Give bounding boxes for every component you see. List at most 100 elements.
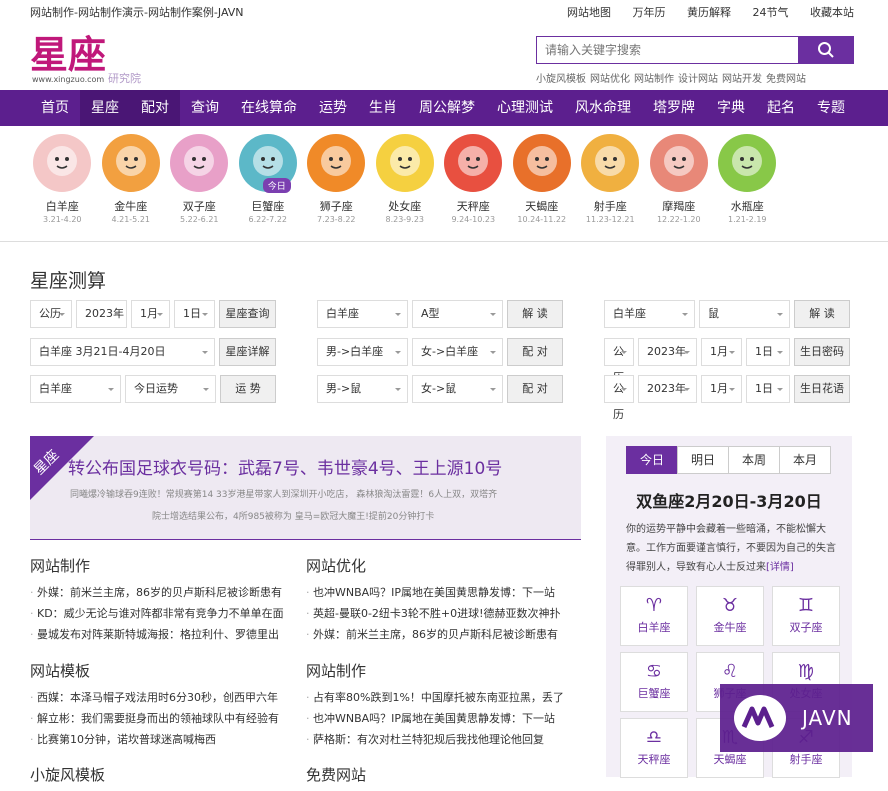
day-select-3[interactable]: 1日 xyxy=(746,375,790,403)
news-item[interactable]: 解立彬：我们需要挺身而出的领袖球队中有经验有 xyxy=(30,708,302,729)
sign-range-select[interactable]: 白羊座 3月21日-4月20日 xyxy=(30,338,215,366)
nav-fortune-online[interactable]: 在线算命 xyxy=(230,90,308,126)
block-title[interactable]: 网站制作 xyxy=(30,555,302,576)
zodiac-name[interactable]: 天秤座 xyxy=(439,198,508,214)
month-select-3[interactable]: 1月 xyxy=(701,375,742,403)
zodiac-name[interactable]: 摩羯座 xyxy=(645,198,714,214)
news-item[interactable]: 也冲WNBA吗？IP属地在美国黄思静发博：下一站 xyxy=(306,708,582,729)
zodiac-name[interactable]: 巨蟹座 xyxy=(234,198,303,214)
sign-card[interactable]: ♋ 巨蟹座 xyxy=(620,652,688,712)
banner-headline[interactable]: 转公布国足球衣号码：武磊7号、韦世豪4号、王上源10号 xyxy=(68,454,502,479)
zodiac-name[interactable]: 狮子座 xyxy=(302,198,371,214)
zodiac-name[interactable]: 天蝎座 xyxy=(508,198,577,214)
tab-month[interactable]: 本月 xyxy=(779,446,831,474)
news-item[interactable]: 比赛第10分钟，诺坎普球迷高喊梅西 xyxy=(30,729,302,750)
nav-luck[interactable]: 运势 xyxy=(308,90,358,126)
sign-card[interactable]: ♎ 天秤座 xyxy=(620,718,688,778)
scorpion-icon[interactable] xyxy=(512,134,571,192)
query-sign-button[interactable]: 星座查询 xyxy=(219,300,276,328)
search-button[interactable] xyxy=(798,36,854,64)
year-select-2[interactable]: 2023年 xyxy=(638,338,697,366)
search-input[interactable] xyxy=(536,36,798,64)
details-link[interactable]: [详情] xyxy=(766,562,794,573)
zodiac-1[interactable]: 金牛座 4.21-5.21 xyxy=(97,126,166,241)
link-almanac[interactable]: 黄历解释 xyxy=(687,6,731,19)
male-animal-select[interactable]: 男->鼠 xyxy=(317,375,408,403)
news-item[interactable]: 曼城发布对阵莱斯特城海报：格拉利什、罗德里出 xyxy=(30,624,302,645)
block-title[interactable]: 小旋风模板 xyxy=(30,764,302,785)
zodiac-10[interactable]: 水瓶座 1.21-2.19 xyxy=(713,126,782,241)
day-select[interactable]: 1日 xyxy=(174,300,215,328)
match-button[interactable]: 配 对 xyxy=(507,338,563,366)
hotword[interactable]: 网站制作 xyxy=(634,74,674,85)
year-select-3[interactable]: 2023年 xyxy=(638,375,697,403)
lion-icon[interactable] xyxy=(307,134,366,192)
hotword[interactable]: 设计网站 xyxy=(678,74,718,85)
sign-detail-button[interactable]: 星座详解 xyxy=(219,338,276,366)
sign-select-2[interactable]: 白羊座 xyxy=(604,300,695,328)
fortune-button[interactable]: 运 势 xyxy=(220,375,276,403)
nav-topics[interactable]: 专题 xyxy=(806,90,856,126)
archer-icon[interactable] xyxy=(581,134,640,192)
interpret-button-2[interactable]: 解 读 xyxy=(794,300,850,328)
female-animal-select[interactable]: 女->鼠 xyxy=(412,375,503,403)
news-item[interactable]: 外媒：前米兰主席，86岁的贝卢斯科尼被诊断患有 xyxy=(30,582,302,603)
zodiac-name[interactable]: 射手座 xyxy=(576,198,645,214)
tab-week[interactable]: 本周 xyxy=(728,446,780,474)
nav-query[interactable]: 查询 xyxy=(180,90,230,126)
nav-naming[interactable]: 起名 xyxy=(756,90,806,126)
goat-icon[interactable] xyxy=(649,134,708,192)
zodiac-name[interactable]: 金牛座 xyxy=(97,198,166,214)
female-sign-select[interactable]: 女->白羊座 xyxy=(412,338,503,366)
block-title[interactable]: 网站优化 xyxy=(306,555,582,576)
crab-icon[interactable]: 今日 xyxy=(238,134,297,193)
fortune-period-select[interactable]: 今日运势 xyxy=(125,375,216,403)
nav-fengshui[interactable]: 风水命理 xyxy=(564,90,642,126)
block-title[interactable]: 免费网站 xyxy=(306,764,578,785)
calendar-select-2[interactable]: 公历 xyxy=(604,338,634,384)
news-item[interactable]: 萨格斯：有次对杜兰特犯规后我找他理论他回复 xyxy=(306,729,582,750)
nav-home[interactable]: 首页 xyxy=(30,90,80,126)
nav-dream[interactable]: 周公解梦 xyxy=(408,90,486,126)
hotword[interactable]: 网站优化 xyxy=(590,74,630,85)
zodiac-3[interactable]: 今日 巨蟹座 6.22-7.22 xyxy=(234,126,303,241)
hotword[interactable]: 免费网站 xyxy=(766,74,806,85)
zodiac-6[interactable]: 天秤座 9.24-10.23 xyxy=(439,126,508,241)
link-solar-terms[interactable]: 24节气 xyxy=(753,6,789,19)
water-bearer-icon[interactable] xyxy=(718,134,777,192)
news-item[interactable]: 西媒：本泽马帽子戏法用时6分30秒，创西甲六年 xyxy=(30,687,302,708)
zodiac-name[interactable]: 水瓶座 xyxy=(713,198,782,214)
sign-card[interactable]: ♉ 金牛座 xyxy=(696,586,764,646)
scales-icon[interactable] xyxy=(444,134,503,192)
twins-icon[interactable] xyxy=(170,134,229,192)
nav-tarot[interactable]: 塔罗牌 xyxy=(642,90,706,126)
birthday-code-button[interactable]: 生日密码 xyxy=(794,338,850,366)
zodiac-9[interactable]: 摩羯座 12.22-1.20 xyxy=(645,126,714,241)
zodiac-2[interactable]: 双子座 5.22-6.21 xyxy=(165,126,234,241)
zodiac-7[interactable]: 天蝎座 10.24-11.22 xyxy=(508,126,577,241)
block-title[interactable]: 网站制作 xyxy=(306,660,582,681)
news-item[interactable]: 外媒：前米兰主席，86岁的贝卢斯科尼被诊断患有 xyxy=(306,624,582,645)
zodiac-5[interactable]: 处女座 8.23-9.23 xyxy=(371,126,440,241)
sign-card[interactable]: ♈ 白羊座 xyxy=(620,586,688,646)
nav-psych-test[interactable]: 心理测试 xyxy=(486,90,564,126)
zodiac-0[interactable]: 白羊座 3.21-4.20 xyxy=(28,126,97,241)
zodiac-name[interactable]: 白羊座 xyxy=(28,198,97,214)
tab-tomorrow[interactable]: 明日 xyxy=(677,446,729,474)
sign-select[interactable]: 白羊座 xyxy=(317,300,408,328)
news-item[interactable]: KD：威少无论与谁对阵都非常有竞争力不单单在面 xyxy=(30,603,302,624)
headline-banner[interactable]: 星座 转公布国足球衣号码：武磊7号、韦世豪4号、王上源10号 同曦爆冷输球吞9连… xyxy=(30,436,581,540)
bull-icon[interactable] xyxy=(101,134,160,192)
news-item[interactable]: 占有率80%跌到1%！中国摩托被东南亚拉黑，丢了 xyxy=(306,687,582,708)
sign-card[interactable]: ♊ 双子座 xyxy=(772,586,840,646)
animal-select[interactable]: 鼠 xyxy=(699,300,790,328)
birthday-flower-button[interactable]: 生日花语 xyxy=(794,375,850,403)
zodiac-name[interactable]: 双子座 xyxy=(165,198,234,214)
link-calendar[interactable]: 万年历 xyxy=(633,6,666,19)
virgin-icon[interactable] xyxy=(375,134,434,192)
ram-icon[interactable] xyxy=(33,134,92,192)
link-sitemap[interactable]: 网站地图 xyxy=(567,6,611,19)
blood-type-select[interactable]: A型 xyxy=(412,300,503,328)
hotword[interactable]: 小旋风模板 xyxy=(536,74,586,85)
fortune-sign-select[interactable]: 白羊座 xyxy=(30,375,121,403)
